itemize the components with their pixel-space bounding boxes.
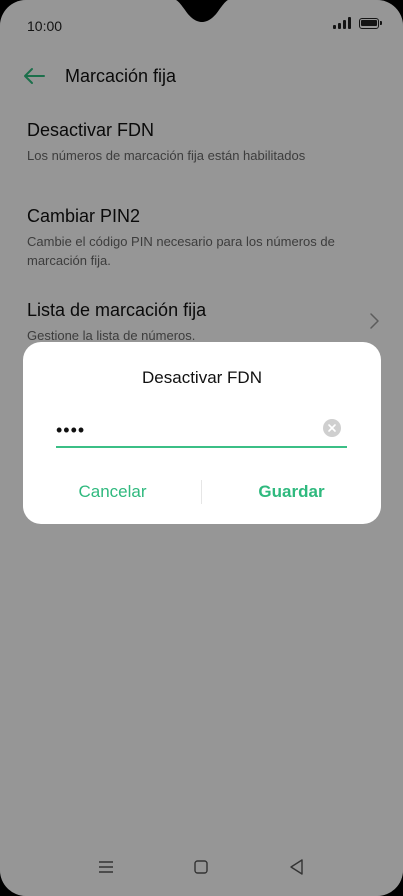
pin2-value: •••• — [56, 420, 86, 440]
disable-fdn-dialog: Desactivar FDN •••• Cancelar Guardar — [23, 342, 381, 524]
dialog-button-row: Cancelar Guardar — [23, 476, 381, 510]
phone-screen: 10:00 Marcación fija Desactivar FDN Los … — [0, 0, 403, 896]
save-button[interactable]: Guardar — [202, 482, 381, 502]
clear-icon — [328, 424, 336, 432]
cancel-button[interactable]: Cancelar — [23, 482, 202, 502]
clear-input-button[interactable] — [323, 419, 341, 437]
pin2-input[interactable]: •••• — [56, 416, 347, 448]
dialog-title: Desactivar FDN — [142, 368, 262, 387]
